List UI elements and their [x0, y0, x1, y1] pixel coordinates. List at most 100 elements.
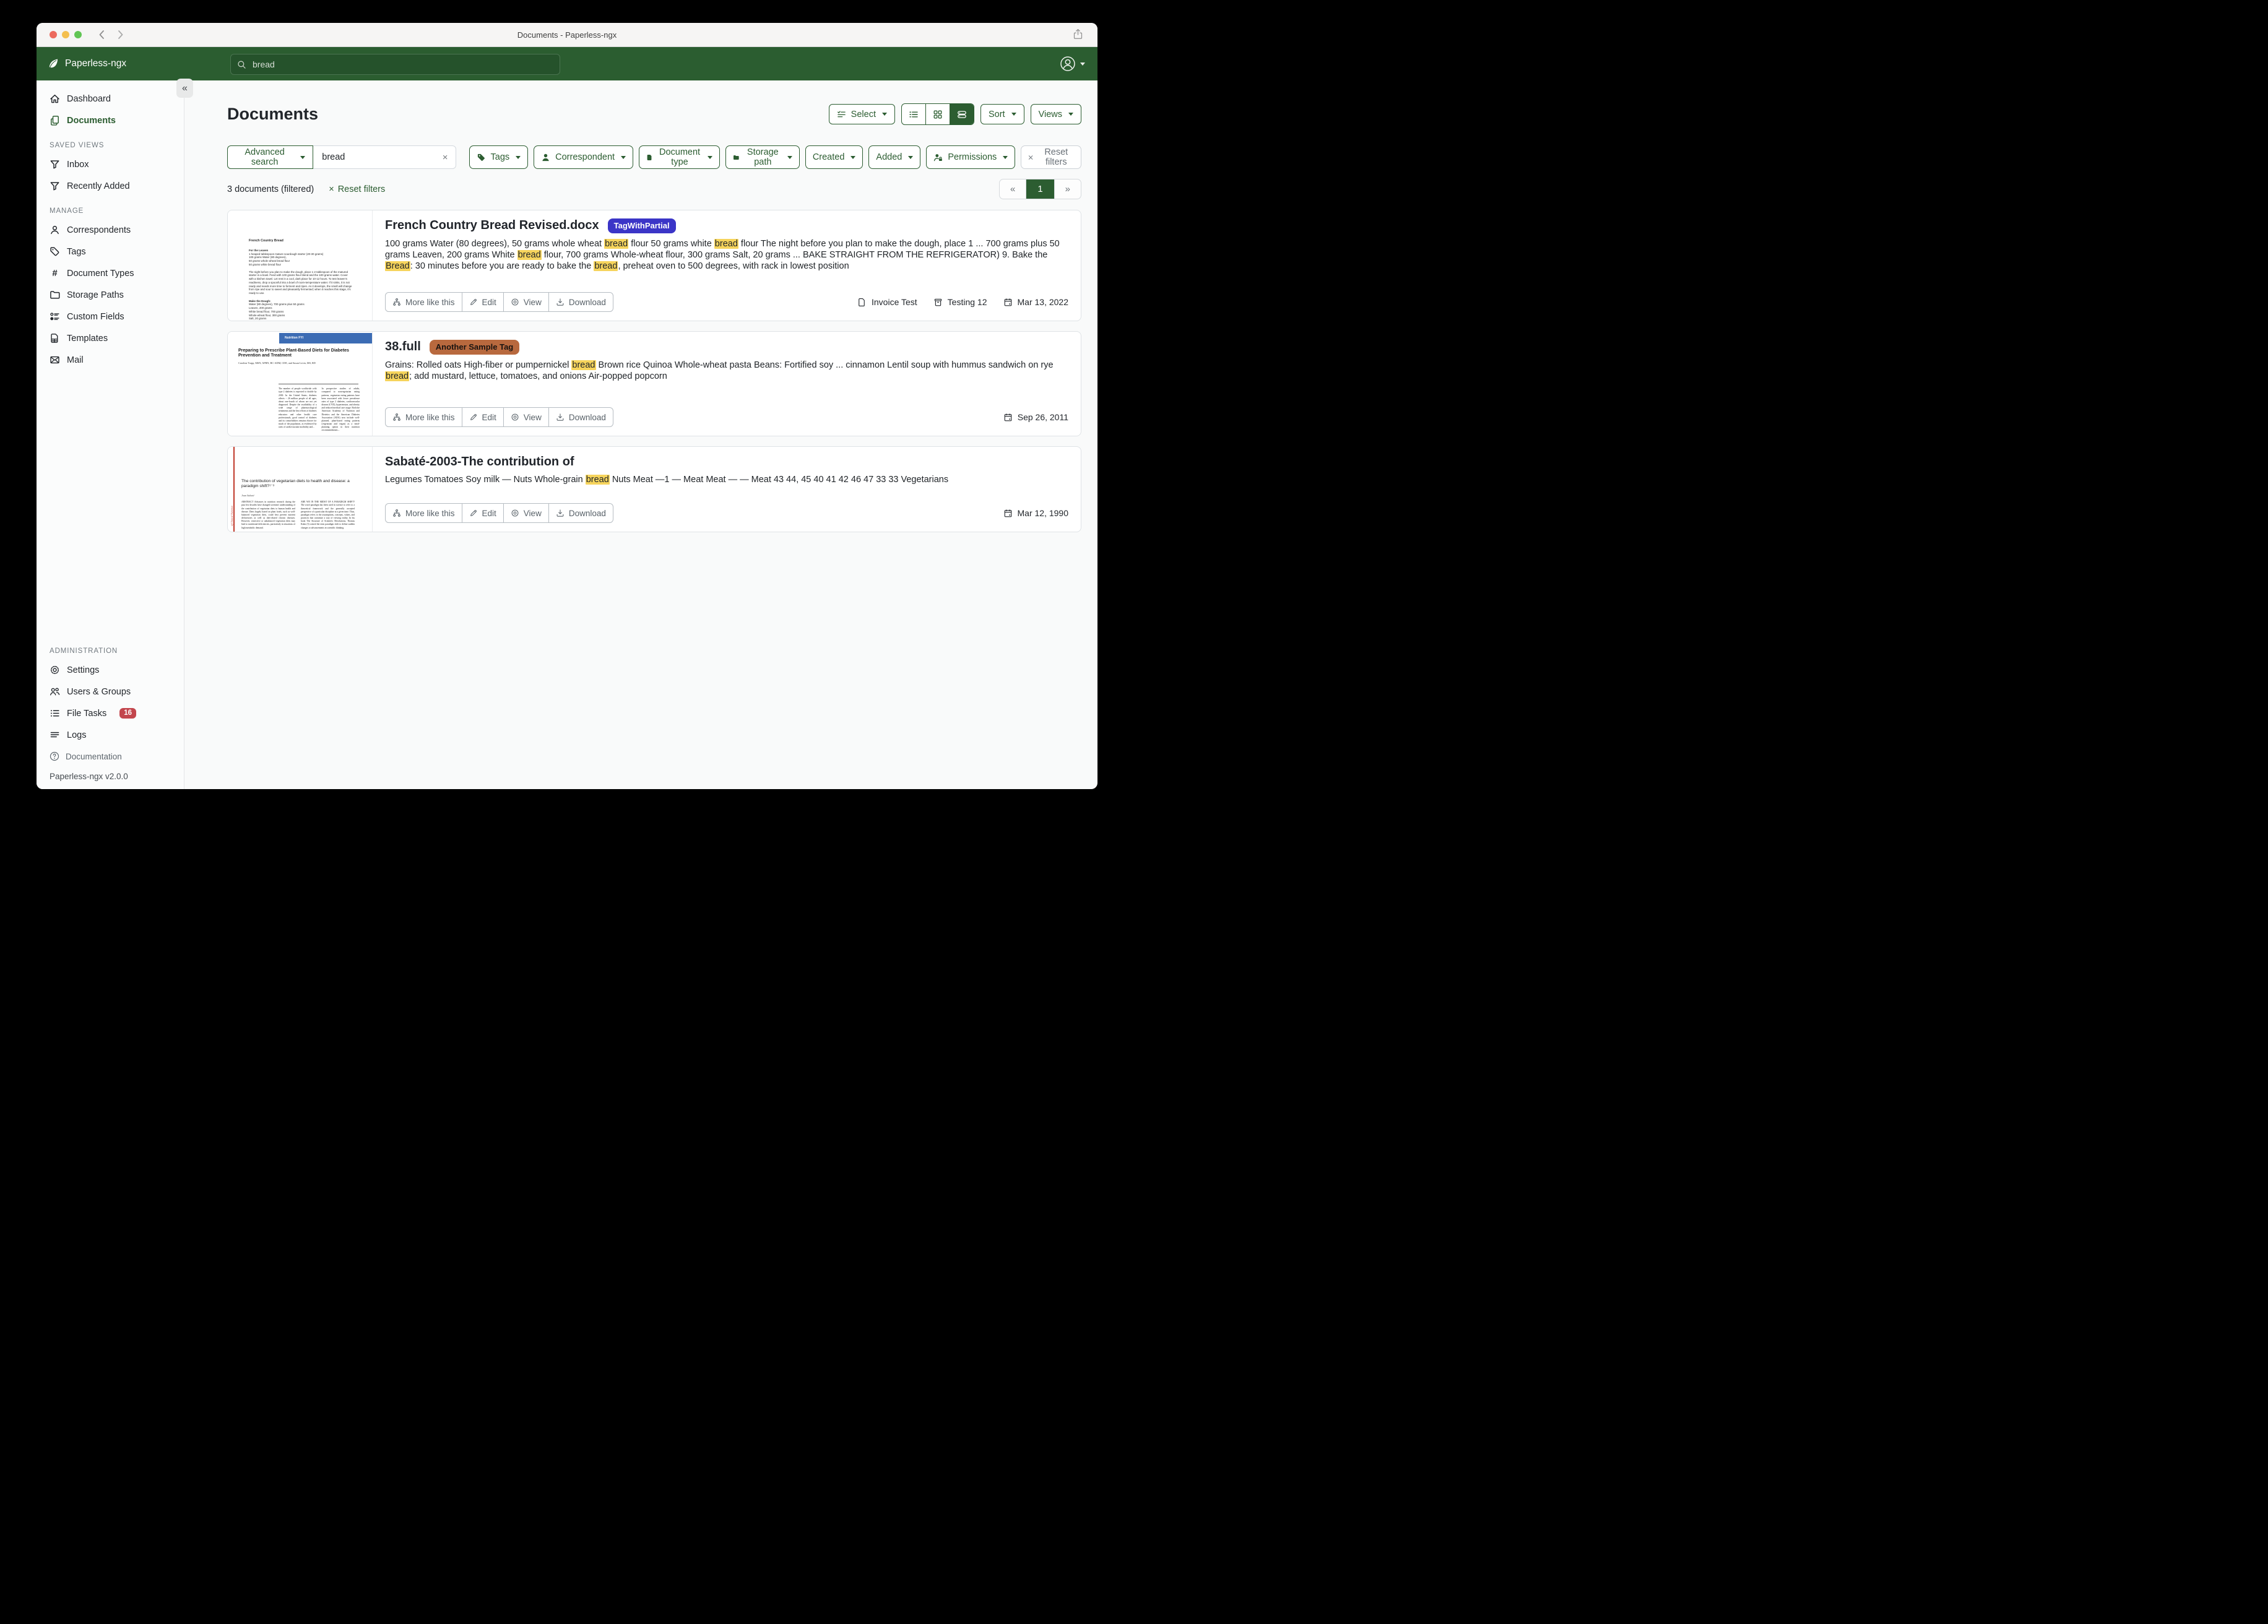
edit-button[interactable]: Edit [462, 293, 504, 311]
sidebar-item-custom-fields[interactable]: Custom Fields [37, 306, 184, 327]
sidebar-item-storage-paths[interactable]: Storage Paths [37, 284, 184, 306]
sidebar-item-document-types[interactable]: # Document Types [37, 262, 184, 284]
previous-page-button[interactable]: « [1000, 179, 1026, 199]
document-tag[interactable]: TagWithPartial [608, 218, 676, 233]
document-title[interactable]: 38.full [385, 340, 421, 354]
calendar-icon [1003, 509, 1013, 518]
brand-name: Paperless-ngx [65, 58, 126, 69]
views-button[interactable]: Views [1031, 104, 1081, 124]
sidebar-item-templates[interactable]: Templates [37, 327, 184, 349]
person-lock-icon [933, 153, 943, 162]
sidebar-item-logs[interactable]: Logs [37, 724, 184, 746]
permissions-filter-button[interactable]: Permissions [926, 145, 1015, 169]
document-thumbnail[interactable]: Nutrition FYI Preparing to Prescribe Pla… [228, 332, 373, 436]
document-type-filter-button[interactable]: Document type [639, 145, 720, 169]
view-button[interactable]: View [504, 504, 549, 522]
select-button[interactable]: Select [829, 104, 895, 124]
documentation-link[interactable]: Documentation [37, 746, 184, 767]
added-filter-button[interactable]: Added [868, 145, 920, 169]
created-filter-button[interactable]: Created [805, 145, 863, 169]
app-window: Documents - Paperless-ngx Paperless-ngx … [37, 23, 1097, 789]
tags-filter-button[interactable]: Tags [469, 145, 529, 169]
document-snippet: Grains: Rolled oats High-fiber or pumper… [385, 360, 1068, 382]
clear-search-icon[interactable]: × [441, 152, 449, 163]
reset-filters-link[interactable]: × Reset filters [329, 184, 385, 194]
tag-icon [50, 246, 60, 257]
sidebar-item-settings[interactable]: Settings [37, 659, 184, 681]
list-view-button[interactable] [902, 104, 925, 124]
pencil-icon [469, 413, 478, 421]
sidebar-item-users-groups[interactable]: Users & Groups [37, 681, 184, 702]
document-count: 3 documents (filtered) [227, 184, 314, 194]
sort-button[interactable]: Sort [980, 104, 1024, 124]
more-like-this-button[interactable]: More like this [386, 293, 462, 311]
document-thumbnail[interactable]: of Clinical Nutrition Downloaded from Th… [228, 447, 373, 532]
file-icon [646, 153, 653, 162]
user-menu[interactable] [1060, 56, 1085, 72]
more-like-this-button[interactable]: More like this [386, 408, 462, 426]
correspondent-filter-button[interactable]: Correspondent [534, 145, 633, 169]
date-meta: Sep 26, 2011 [1003, 412, 1068, 422]
sidebar-item-recently-added[interactable]: Recently Added [37, 175, 184, 197]
chevron-down-icon [882, 113, 887, 116]
next-page-button[interactable]: » [1055, 179, 1081, 199]
documents-icon [50, 115, 60, 126]
close-icon [1028, 154, 1033, 161]
document-title[interactable]: French Country Bread Revised.docx [385, 218, 599, 233]
brand[interactable]: Paperless-ngx [47, 58, 126, 70]
select-checklist-icon [837, 110, 846, 119]
close-icon: × [329, 184, 334, 194]
document-thumbnail[interactable]: French Country Bread For the Leaven 1 he… [228, 210, 373, 321]
app-version: Paperless-ngx v2.0.0 [37, 767, 184, 781]
pagination: « 1 » [999, 179, 1081, 199]
share-icon[interactable] [1072, 28, 1084, 40]
sidebar-item-file-tasks[interactable]: File Tasks 16 [37, 702, 184, 724]
pencil-icon [469, 509, 478, 517]
grid-view-button[interactable] [925, 104, 950, 124]
document-card[interactable]: of Clinical Nutrition Downloaded from Th… [227, 446, 1081, 532]
download-button[interactable]: Download [549, 293, 613, 311]
chevron-down-icon [908, 156, 913, 159]
correspondent-meta[interactable]: Testing 12 [933, 297, 987, 307]
home-icon [50, 93, 60, 104]
sidebar-collapse-button[interactable]: « [176, 79, 193, 98]
sidebar-item-inbox[interactable]: Inbox [37, 153, 184, 175]
edit-button[interactable]: Edit [462, 504, 504, 522]
sidebar-item-dashboard[interactable]: Dashboard [37, 88, 184, 110]
sidebar-item-mail[interactable]: Mail [37, 349, 184, 371]
results-status-row: 3 documents (filtered) × Reset filters «… [227, 179, 1081, 199]
paperless-leaf-logo [47, 58, 59, 70]
view-button[interactable]: View [504, 293, 549, 311]
saved-views-section-label: SAVED VIEWS [37, 131, 184, 153]
download-button[interactable]: Download [549, 504, 613, 522]
sidebar-item-documents[interactable]: Documents [37, 110, 184, 131]
filter-bar: Advanced search × Tags Correspondent [227, 145, 1081, 169]
document-card[interactable]: French Country Bread For the Leaven 1 he… [227, 210, 1081, 321]
view-button[interactable]: View [504, 408, 549, 426]
macos-titlebar: Documents - Paperless-ngx [37, 23, 1097, 47]
global-search[interactable] [230, 54, 560, 75]
more-like-this-button[interactable]: More like this [386, 504, 462, 522]
reset-filters-button[interactable]: Reset filters [1021, 145, 1081, 169]
advanced-search-button[interactable]: Advanced search [227, 145, 313, 169]
download-button[interactable]: Download [549, 408, 613, 426]
sidebar-item-tags[interactable]: Tags [37, 241, 184, 262]
chevron-down-icon [1080, 63, 1085, 66]
document-card[interactable]: Nutrition FYI Preparing to Prescribe Pla… [227, 331, 1081, 436]
sidebar-item-correspondents[interactable]: Correspondents [37, 219, 184, 241]
edit-button[interactable]: Edit [462, 408, 504, 426]
administration-section-label: ADMINISTRATION [37, 637, 184, 659]
search-icon [237, 60, 246, 69]
download-icon [556, 509, 565, 517]
eye-icon [511, 509, 519, 517]
document-type-meta[interactable]: Invoice Test [857, 297, 917, 307]
current-page-button[interactable]: 1 [1026, 179, 1054, 199]
global-search-input[interactable] [251, 59, 553, 70]
filter-search-input[interactable] [321, 152, 441, 163]
storage-path-filter-button[interactable]: Storage path [725, 145, 800, 169]
document-meta: Sep 26, 2011 [1003, 412, 1068, 422]
detail-view-button[interactable] [950, 104, 974, 124]
document-tag[interactable]: Another Sample Tag [430, 340, 519, 355]
document-title[interactable]: Sabaté-2003-The contribution of [385, 455, 574, 469]
users-icon [50, 686, 60, 697]
